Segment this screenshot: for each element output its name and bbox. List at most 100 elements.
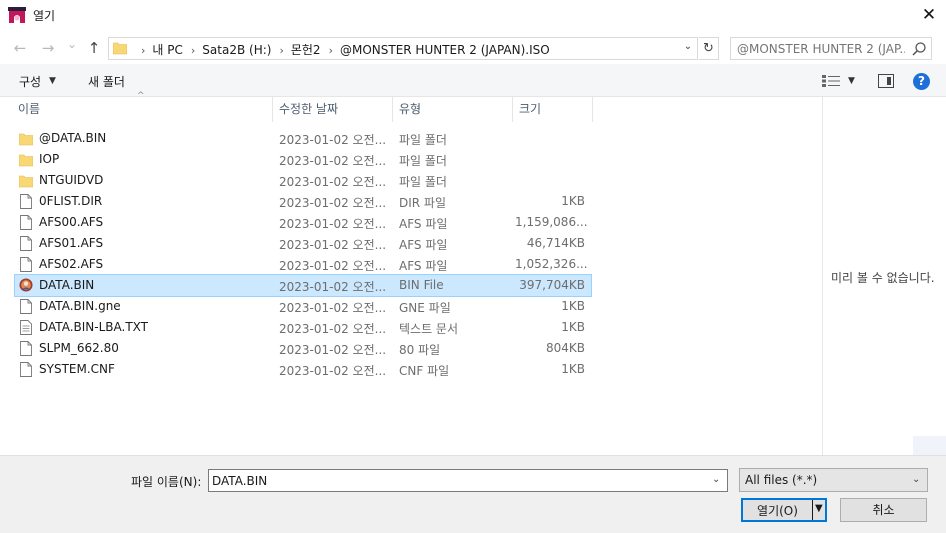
file-row[interactable]: AFS02.AFS 2023-01-02 오전... AFS 파일 1,052,326… xyxy=(15,254,591,275)
file-type-filter-select[interactable]: All files (*.*) ⌄ xyxy=(739,468,928,492)
breadcrumb-separator[interactable]: › xyxy=(279,44,283,57)
file-date: 2023-01-02 오전... xyxy=(279,133,387,147)
file-type: 파일 폴더 xyxy=(399,133,447,147)
file-name-combobox[interactable]: ⌄ xyxy=(208,469,728,492)
folder-icon xyxy=(113,42,127,55)
file-row[interactable]: SYSTEM.CNF 2023-01-02 오전... CNF 파일 1KB xyxy=(15,359,591,380)
file-date: 2023-01-02 오전... xyxy=(279,343,387,357)
file-name: DATA.BIN-LBA.TXT xyxy=(39,320,148,334)
new-folder-button[interactable]: 새 폴더 xyxy=(88,73,125,90)
help-icon[interactable]: ? xyxy=(913,73,930,90)
search-box[interactable] xyxy=(730,37,932,60)
breadcrumb-item-this-pc[interactable]: 내 PC xyxy=(152,43,182,57)
file-icon xyxy=(19,341,33,356)
file-size: 1,159,086... xyxy=(515,215,588,229)
file-name: AFS00.AFS xyxy=(39,215,104,229)
column-header-type[interactable]: 유형 xyxy=(393,97,513,122)
file-row[interactable]: AFS01.AFS 2023-01-02 오전... AFS 파일 46,714KB xyxy=(15,233,591,254)
file-date: 2023-01-02 오전... xyxy=(279,196,387,210)
breadcrumb-separator[interactable]: › xyxy=(191,44,195,57)
file-name: AFS02.AFS xyxy=(39,257,104,271)
column-header-row: ^ 이름 수정한 날짜 유형 크기 xyxy=(0,91,822,123)
close-icon[interactable]: ✕ xyxy=(918,5,940,25)
recent-locations-icon[interactable]: ⌄ xyxy=(62,34,82,54)
file-name: 0FLIST.DIR xyxy=(39,194,103,208)
breadcrumb: › 내 PC › Sata2B (H:) › 몬헌2 › @MONSTER HUNTER 2 … xyxy=(133,41,550,58)
chevron-down-icon[interactable]: ⌄ xyxy=(912,474,920,485)
cancel-button[interactable]: 취소 xyxy=(840,498,927,522)
chevron-down-icon[interactable]: ▼ xyxy=(848,76,855,86)
file-name-label: 파일 이름(N): xyxy=(131,475,202,489)
view-options-icon[interactable] xyxy=(822,75,840,87)
address-bar[interactable]: › 내 PC › Sata2B (H:) › 몬헌2 › @MONSTER HUNTER 2 … xyxy=(108,37,698,60)
file-type: CNF 파일 xyxy=(399,364,450,378)
chevron-down-icon[interactable]: ▼ xyxy=(815,503,823,514)
file-row[interactable]: AFS00.AFS 2023-01-02 오전... AFS 파일 1,159,086… xyxy=(15,212,591,233)
breadcrumb-item-current[interactable]: @MONSTER HUNTER 2 (JAPAN).ISO xyxy=(340,43,550,57)
file-row[interactable]: DATA.BIN-LBA.TXT 2023-01-02 오전... 텍스트 문서 1K… xyxy=(15,317,591,338)
file-size: 1KB xyxy=(561,299,585,313)
file-name: DATA.BIN.gne xyxy=(39,299,121,313)
split-divider xyxy=(812,500,813,520)
folder-icon xyxy=(18,173,34,188)
file-icon xyxy=(19,194,33,209)
column-header-size[interactable]: 크기 xyxy=(513,97,593,122)
window-title: 열기 xyxy=(33,9,56,23)
chevron-down-icon[interactable]: ⌄ xyxy=(712,474,720,485)
file-name: @DATA.BIN xyxy=(39,131,107,145)
file-size: 46,714KB xyxy=(526,236,585,250)
file-type: GNE 파일 xyxy=(399,301,451,315)
app-icon xyxy=(8,7,26,23)
file-row[interactable]: @DATA.BIN 2023-01-02 오전... 파일 폴더 xyxy=(15,128,591,149)
file-row[interactable]: SLPM_662.80 2023-01-02 오전... 80 파일 804KB xyxy=(15,338,591,359)
file-icon xyxy=(19,362,33,377)
file-name: SLPM_662.80 xyxy=(39,341,119,355)
text-file-icon xyxy=(19,320,33,335)
file-date: 2023-01-02 오전... xyxy=(279,322,387,336)
title-bar: 열기 ✕ xyxy=(0,0,946,31)
file-type: AFS 파일 xyxy=(399,259,448,273)
search-icon[interactable] xyxy=(911,41,927,57)
file-name: NTGUIDVD xyxy=(39,173,104,187)
file-name-input[interactable] xyxy=(212,472,707,490)
file-size: 397,704KB xyxy=(519,278,585,292)
column-header-date[interactable]: 수정한 날짜 xyxy=(273,97,393,122)
file-type: 텍스트 문서 xyxy=(399,322,459,336)
breadcrumb-item-drive[interactable]: Sata2B (H:) xyxy=(202,43,271,57)
file-row[interactable]: 0FLIST.DIR 2023-01-02 오전... DIR 파일 1KB xyxy=(15,191,591,212)
file-icon xyxy=(19,257,33,272)
preview-pane-icon[interactable] xyxy=(878,74,894,88)
file-row[interactable]: IOP 2023-01-02 오전... 파일 폴더 xyxy=(15,149,591,170)
file-name: DATA.BIN xyxy=(39,278,95,292)
up-arrow-icon[interactable]: ↑ xyxy=(84,38,104,58)
file-date: 2023-01-02 오전... xyxy=(279,301,387,315)
breadcrumb-separator[interactable]: › xyxy=(329,44,333,57)
file-date: 2023-01-02 오전... xyxy=(279,364,387,378)
file-date: 2023-01-02 오전... xyxy=(279,154,387,168)
search-input[interactable] xyxy=(737,40,905,58)
file-name: AFS01.AFS xyxy=(39,236,104,250)
file-icon xyxy=(19,299,33,314)
forward-arrow-icon[interactable]: → xyxy=(38,38,58,58)
organize-button[interactable]: 구성 xyxy=(19,73,41,90)
breadcrumb-separator: › xyxy=(141,44,146,57)
address-dropdown-icon[interactable]: ⌄ xyxy=(681,41,695,55)
breadcrumb-item-folder[interactable]: 몬헌2 xyxy=(291,43,321,57)
file-row[interactable]: DATA.BIN.gne 2023-01-02 오전... GNE 파일 1KB xyxy=(15,296,591,317)
preview-pane: 미리 볼 수 없습니다. xyxy=(822,97,946,455)
open-button-label[interactable]: 열기(O) xyxy=(743,502,812,519)
file-type: AFS 파일 xyxy=(399,238,448,252)
file-date: 2023-01-02 오전... xyxy=(279,175,387,189)
back-arrow-icon[interactable]: ← xyxy=(10,38,30,58)
column-header-name[interactable]: 이름 xyxy=(12,97,273,122)
open-button[interactable]: 열기(O) ▼ xyxy=(741,498,827,522)
file-type-filter-value: All files (*.*) xyxy=(745,473,818,487)
chevron-down-icon[interactable]: ▼ xyxy=(49,76,56,86)
file-date: 2023-01-02 오전... xyxy=(279,280,387,294)
file-date: 2023-01-02 오전... xyxy=(279,259,387,273)
refresh-icon[interactable]: ↻ xyxy=(699,37,719,60)
file-row[interactable]: DATA.BIN 2023-01-02 오전... BIN File 397,704K… xyxy=(14,274,592,297)
file-type: AFS 파일 xyxy=(399,217,448,231)
file-row[interactable]: NTGUIDVD 2023-01-02 오전... 파일 폴더 xyxy=(15,170,591,191)
file-size: 1KB xyxy=(561,320,585,334)
